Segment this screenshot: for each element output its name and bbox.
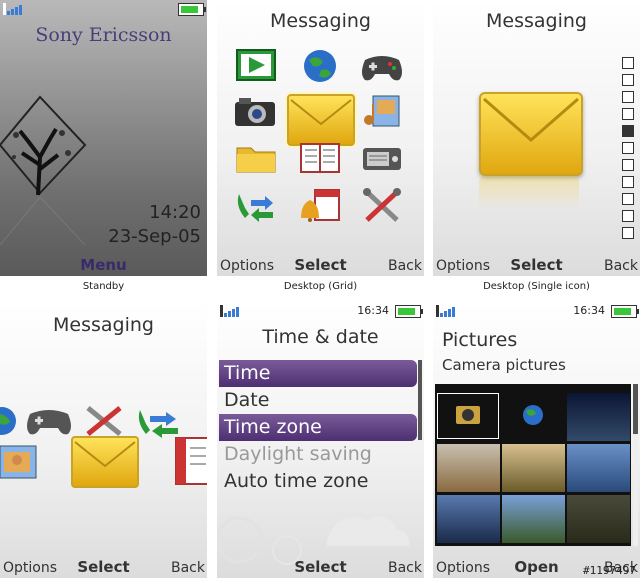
thumbnail-globe[interactable] xyxy=(502,393,565,441)
page-dot xyxy=(622,176,634,188)
phonebook-icon[interactable] xyxy=(174,436,207,486)
globe-icon[interactable] xyxy=(295,46,345,86)
page-dot xyxy=(622,108,634,120)
signal-icon xyxy=(3,3,22,15)
back-softkey[interactable]: Back xyxy=(604,258,638,274)
signal-icon xyxy=(220,305,239,317)
pictures-screen: 16:34 Pictures Camera pictures Options O… xyxy=(433,302,640,578)
softkey-bar: Select Back xyxy=(217,556,424,578)
caption-desktop-grid: Desktop (Grid) xyxy=(283,281,358,292)
page-dot xyxy=(622,227,634,239)
brand-text: Sony Ericsson xyxy=(35,24,172,46)
battery-icon xyxy=(178,3,206,16)
battery-icon xyxy=(611,305,639,318)
status-clock: 16:34 xyxy=(357,304,389,317)
single-title: Messaging xyxy=(486,10,587,32)
calls-icon[interactable] xyxy=(231,186,281,226)
softkey-bar: Options Select Back xyxy=(433,254,640,276)
folder-icon[interactable] xyxy=(231,138,281,178)
radio-icon[interactable] xyxy=(357,138,407,178)
watermark-text: #1197497 xyxy=(583,564,636,577)
menu-item-date[interactable]: Date xyxy=(219,387,417,414)
thumbnail-photo-1[interactable] xyxy=(567,393,630,441)
standby-screen: Sony Ericsson 14:20 23-Sep-05 Menu xyxy=(0,0,207,276)
back-softkey[interactable]: Back xyxy=(388,258,422,274)
scrollbar[interactable] xyxy=(633,384,638,546)
camera-icon xyxy=(456,406,480,424)
grid-title: Messaging xyxy=(270,10,371,32)
pictures-title: Pictures xyxy=(442,329,518,351)
menu-softkey[interactable]: Menu xyxy=(0,256,207,274)
scrollbar-thumb[interactable] xyxy=(633,384,638,434)
thumbnail-grid xyxy=(435,384,631,546)
menu-item-time[interactable]: Time xyxy=(219,360,417,387)
thumbnail-photo-2[interactable] xyxy=(437,444,500,492)
standby-time: 14:20 xyxy=(149,202,201,223)
settings-icon[interactable] xyxy=(84,404,124,438)
signal-icon xyxy=(436,305,455,317)
time-date-screen: 16:34 Time & date Time Date Time zone Da… xyxy=(217,302,424,578)
music-files-icon[interactable] xyxy=(357,92,407,132)
scrollbar[interactable] xyxy=(418,360,422,440)
page-dot xyxy=(622,91,634,103)
thumbnail-photo-6[interactable] xyxy=(502,495,565,543)
envelope-icon[interactable] xyxy=(71,436,139,488)
envelope-large-icon[interactable] xyxy=(479,92,583,176)
gamepad-icon[interactable] xyxy=(26,404,72,438)
battery-icon xyxy=(395,305,423,318)
media-player-icon[interactable] xyxy=(231,46,281,86)
thumbnail-camera[interactable] xyxy=(437,393,499,439)
caption-desktop-single: Desktop (Single icon) xyxy=(483,281,590,292)
softkey-bar: Menu xyxy=(0,254,207,276)
globe-icon[interactable] xyxy=(0,406,20,436)
standby-date: 23-Sep-05 xyxy=(108,226,201,247)
menu-item-daylight-saving[interactable]: Daylight saving xyxy=(219,441,417,468)
rotate-title: Messaging xyxy=(53,314,154,336)
desktop-single-screen: Messaging Options Select Back xyxy=(433,0,640,276)
settings-icon[interactable] xyxy=(357,186,407,226)
envelope-reflection xyxy=(479,176,579,210)
tree-logo-icon xyxy=(0,95,87,245)
camera-icon[interactable] xyxy=(231,92,281,132)
thumbnail-photo-4[interactable] xyxy=(567,444,630,492)
page-dot xyxy=(622,142,634,154)
music-files-icon[interactable] xyxy=(0,442,40,482)
gamepad-icon[interactable] xyxy=(357,46,407,86)
page-dot-active xyxy=(622,125,634,137)
softkey-bar: Options Select Back xyxy=(217,254,424,276)
page-dot xyxy=(622,57,634,69)
back-softkey[interactable]: Back xyxy=(388,560,422,576)
thumbnail-photo-3[interactable] xyxy=(502,444,565,492)
status-bar xyxy=(3,2,206,16)
thumbnail-photo-5[interactable] xyxy=(437,495,500,543)
page-dot xyxy=(622,159,634,171)
time-date-title: Time & date xyxy=(262,326,379,348)
globe-icon xyxy=(523,405,543,425)
caption-standby: Standby xyxy=(82,281,125,292)
page-dot xyxy=(622,193,634,205)
back-softkey[interactable]: Back xyxy=(171,560,205,576)
status-bar: 16:34 xyxy=(220,304,423,318)
thumbnail-photo-7[interactable] xyxy=(567,495,630,543)
softkey-bar: Options Select Back xyxy=(0,556,207,578)
page-dot xyxy=(622,210,634,222)
menu-item-auto-time-zone[interactable]: Auto time zone xyxy=(219,468,417,495)
status-clock: 16:34 xyxy=(573,304,605,317)
organizer-icon[interactable] xyxy=(295,186,345,226)
desktop-grid-screen: Messaging Options Select Back xyxy=(217,0,424,276)
pictures-subtitle: Camera pictures xyxy=(442,356,566,374)
desktop-rotate-screen: Messaging Options Select Back xyxy=(0,302,207,578)
menu-item-time-zone[interactable]: Time zone xyxy=(219,414,417,441)
status-bar: 16:34 xyxy=(436,304,639,318)
page-dot xyxy=(622,74,634,86)
page-indicator xyxy=(622,57,634,244)
phonebook-icon[interactable] xyxy=(295,138,345,178)
